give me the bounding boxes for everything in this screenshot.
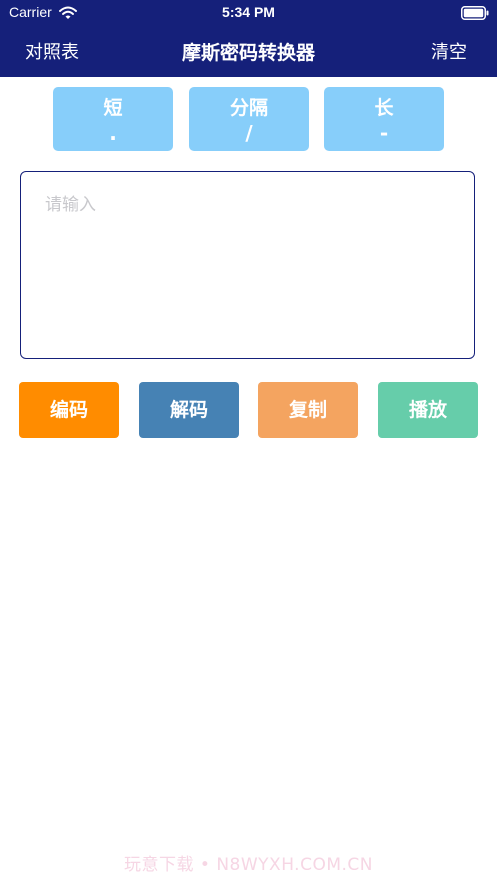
page-title: 摩斯密码转换器 xyxy=(181,42,315,64)
separator-button[interactable]: 分隔 / xyxy=(189,87,309,151)
navigation-bar: Carrier 5:34 PM 对照表 摩斯密码转换器 清空 xyxy=(0,0,497,77)
encode-button[interactable]: 编码 xyxy=(19,382,119,438)
decode-button[interactable]: 解码 xyxy=(139,382,239,438)
separator-label: 分隔 xyxy=(229,97,268,119)
battery-icon xyxy=(461,5,489,20)
input-container xyxy=(20,171,475,359)
short-signal-button[interactable]: 短 . xyxy=(53,87,173,151)
clock: 5:34 PM xyxy=(222,4,275,20)
play-button[interactable]: 播放 xyxy=(378,382,478,438)
copy-button[interactable]: 复制 xyxy=(258,382,358,438)
short-signal-mark: . xyxy=(109,121,117,145)
separator-mark: / xyxy=(245,121,253,145)
watermark: 玩意下载 • N8WYXH.COM.CN xyxy=(123,855,373,875)
text-input[interactable] xyxy=(45,190,455,340)
long-signal-button[interactable]: 长 - xyxy=(324,87,444,151)
status-bar: Carrier 5:34 PM xyxy=(0,0,497,26)
short-signal-label: 短 xyxy=(103,97,123,119)
long-signal-mark: - xyxy=(379,121,389,145)
long-signal-label: 长 xyxy=(374,97,394,119)
clear-button[interactable]: 清空 xyxy=(431,38,467,64)
